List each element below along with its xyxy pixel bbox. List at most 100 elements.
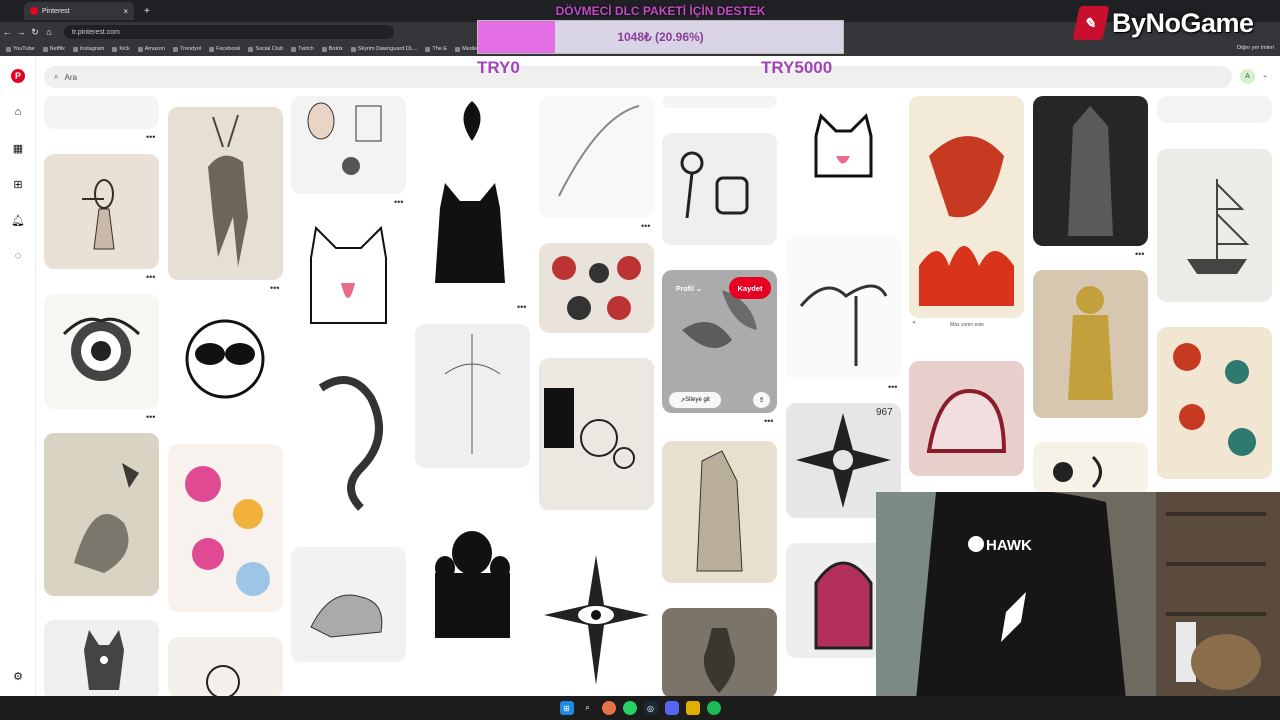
bookmark-item[interactable]: Twitch xyxy=(291,46,314,52)
more-like-this-caption[interactable]: Más como esto xyxy=(950,322,984,328)
pin-cat-portrait[interactable] xyxy=(44,620,159,696)
pin-mask-still-life[interactable] xyxy=(291,96,406,194)
new-tab-button[interactable]: + xyxy=(144,6,150,17)
taskbar-discord-icon[interactable] xyxy=(664,701,679,715)
pin-knight-horse[interactable] xyxy=(291,547,406,662)
bookmark-label: Netflix xyxy=(49,46,65,52)
profile-selector[interactable]: Profil ⌄ xyxy=(676,285,702,293)
share-icon[interactable]: ⇪ xyxy=(753,392,770,408)
pin-key-lock[interactable] xyxy=(662,133,777,245)
explore-nav-icon[interactable]: ▦ xyxy=(10,140,26,156)
search-bar[interactable]: ⌕ Ara xyxy=(44,66,1232,88)
pin-colorful-flash[interactable] xyxy=(168,444,283,612)
pin-more-icon[interactable]: ••• xyxy=(764,416,773,426)
pin-black-cat[interactable] xyxy=(415,173,530,299)
pin-botanical-sketch[interactable] xyxy=(415,324,530,468)
pin-lily-collage[interactable] xyxy=(539,358,654,510)
pin-tattoo-flash-sheet[interactable] xyxy=(539,243,654,333)
other-bookmarks[interactable]: Diğer yer imleri xyxy=(1237,45,1274,51)
account-chevron-down-icon[interactable]: ⌄ xyxy=(1262,71,1268,79)
chair-brand-text: HAWK xyxy=(986,537,1032,554)
pin-bird-sketch[interactable] xyxy=(44,433,159,596)
pin-cathedral[interactable] xyxy=(415,493,530,646)
pin-dragon-line[interactable] xyxy=(539,96,654,218)
taskbar-search-icon[interactable]: ⌕ xyxy=(581,701,595,715)
bookmark-item[interactable]: Amazon xyxy=(137,46,165,52)
save-button[interactable]: Kaydet xyxy=(729,277,771,299)
pin-more-icon[interactable]: ••• xyxy=(146,412,155,422)
pin-mirror-girl[interactable] xyxy=(44,154,159,269)
bookmark-item[interactable]: Facebook xyxy=(209,46,240,52)
bookmark-label: YouTube xyxy=(13,46,35,52)
bookmark-item[interactable]: Skyrim Dawnguard DL... xyxy=(350,46,417,52)
pin-eye-star[interactable] xyxy=(539,535,654,696)
taskbar-file-explorer-icon[interactable] xyxy=(685,701,700,715)
home-icon[interactable]: ⌂ xyxy=(42,27,56,37)
bookmark-item[interactable]: Botrix xyxy=(321,46,343,52)
pin-vase[interactable] xyxy=(662,608,777,696)
pin-koi-flash[interactable] xyxy=(1157,327,1272,479)
url-field[interactable]: tr.pinterest.com xyxy=(64,25,394,39)
taskbar-spotify-icon[interactable] xyxy=(706,701,721,715)
pin-top-partial[interactable] xyxy=(662,96,777,108)
close-icon[interactable]: ✕ xyxy=(912,320,916,326)
pin-sun-moon[interactable] xyxy=(1033,442,1148,494)
notifications-nav-icon[interactable]: 🔔︎ xyxy=(10,212,26,228)
pin-more-icon[interactable]: ••• xyxy=(641,221,650,231)
pin-sailing-ship[interactable] xyxy=(1157,149,1272,302)
pin-happy-cat[interactable] xyxy=(786,96,901,211)
pin-daisy[interactable] xyxy=(168,637,283,696)
pin-more-icon[interactable]: ••• xyxy=(146,272,155,282)
pin-peony-flower[interactable] xyxy=(44,294,159,409)
forward-icon[interactable]: → xyxy=(14,27,28,37)
pin-wizard-illustration[interactable] xyxy=(662,441,777,583)
pinterest-logo-icon[interactable]: P xyxy=(10,68,26,84)
visit-site-button[interactable]: ↗ Siteye git xyxy=(669,392,721,408)
bookmark-favicon-icon xyxy=(172,46,178,52)
messages-nav-icon[interactable]: ◌ xyxy=(10,248,26,264)
search-input[interactable]: Ara xyxy=(64,73,76,82)
reload-icon[interactable]: ↻ xyxy=(28,27,42,38)
pin-more-icon[interactable]: ••• xyxy=(394,197,403,207)
pin-more-icon[interactable]: ••• xyxy=(270,283,279,293)
taskbar-firefox-icon[interactable] xyxy=(601,701,616,715)
bookmark-label: The E xyxy=(432,46,448,52)
pin-white-cat-tongue[interactable] xyxy=(291,218,406,333)
pin-more-icon[interactable]: ••• xyxy=(1135,249,1144,259)
pin-pink-tiger[interactable] xyxy=(909,361,1024,476)
avatar[interactable]: A xyxy=(1240,69,1255,84)
pin-more-icon[interactable]: ••• xyxy=(888,382,897,392)
pin-golden-figure[interactable] xyxy=(1033,270,1148,418)
bookmark-item[interactable]: Kick xyxy=(112,46,130,52)
pin-tiger-flames[interactable] xyxy=(909,96,1024,318)
bookmark-item[interactable]: The E xyxy=(425,46,447,52)
back-icon[interactable]: ← xyxy=(0,27,14,37)
pin-sunglasses-character[interactable] xyxy=(168,304,283,419)
pin-dragon-ornate[interactable] xyxy=(291,358,406,523)
bookmark-favicon-icon xyxy=(455,46,461,52)
bynogame-brand-text: ByNoGame xyxy=(1112,7,1254,38)
taskbar-whatsapp-icon[interactable] xyxy=(622,701,637,715)
tab-close-icon[interactable]: × xyxy=(123,7,128,16)
start-windows-icon[interactable]: ⊞ xyxy=(559,701,574,715)
pin-more-icon[interactable]: ••• xyxy=(146,132,155,142)
bynogame-logo: ✎ ByNoGame xyxy=(1072,3,1254,43)
bookmark-item[interactable]: Netflix xyxy=(42,46,65,52)
pin-dark-knight[interactable] xyxy=(1033,96,1148,246)
home-nav-icon[interactable]: ⌂ xyxy=(10,104,26,120)
create-nav-icon[interactable]: ⊞ xyxy=(10,176,26,192)
bookmark-item[interactable]: Instagram xyxy=(72,46,104,52)
pin-deer-drawing[interactable] xyxy=(168,107,283,280)
pin-greyhound-skeleton[interactable] xyxy=(786,236,901,379)
pin-top-sketch[interactable] xyxy=(1157,96,1272,123)
pin-fleur-de-lis[interactable] xyxy=(415,96,530,148)
pin-sketch-small[interactable] xyxy=(44,96,159,129)
settings-gear-icon[interactable]: ⚙ xyxy=(10,668,26,684)
bookmark-item[interactable]: Trendyol xyxy=(172,46,201,52)
donation-max-label: TRY5000 xyxy=(761,58,833,77)
bookmark-item[interactable]: Social Club xyxy=(248,46,283,52)
bookmark-item[interactable]: YouTube xyxy=(6,46,35,52)
taskbar-steam-icon[interactable]: ◎ xyxy=(643,701,658,715)
browser-tab[interactable]: Pinterest × xyxy=(24,2,134,20)
pin-more-icon[interactable]: ••• xyxy=(517,302,526,312)
